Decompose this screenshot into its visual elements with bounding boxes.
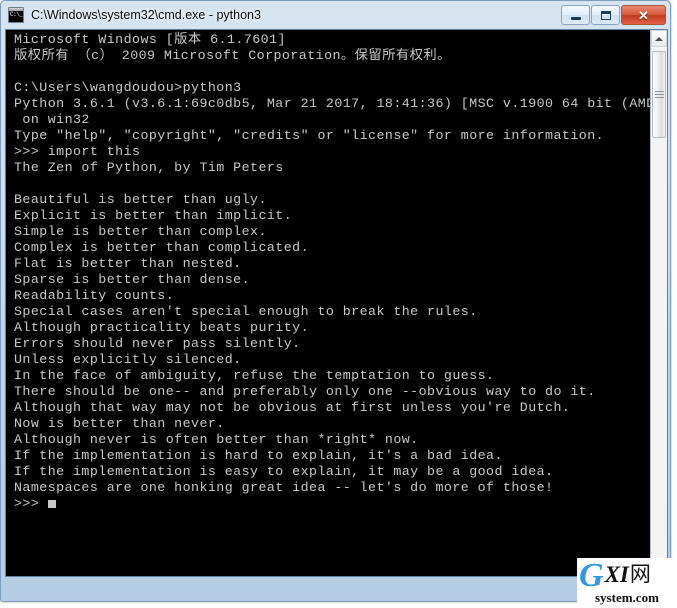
- console-line: Although practicality beats purity.: [14, 320, 310, 335]
- console-line: Explicit is better than implicit.: [14, 208, 293, 223]
- close-icon: ✕: [638, 7, 649, 23]
- scrollbar-grip-icon: [654, 89, 664, 100]
- window-title: C:\Windows\system32\cmd.exe - python3: [31, 8, 261, 22]
- console-line: Special cases aren't special enough to b…: [14, 304, 478, 319]
- console-line: Now is better than never.: [14, 416, 225, 431]
- minimize-button[interactable]: [561, 5, 590, 25]
- console-line: Namespaces are one honking great idea --…: [14, 480, 554, 495]
- console-line: Although never is often better than *rig…: [14, 432, 419, 447]
- console-line: Type "help", "copyright", "credits" or "…: [14, 128, 605, 143]
- watermark-logo-g: G: [579, 558, 604, 594]
- scroll-up-arrow-icon: [655, 36, 663, 41]
- console-line: Python 3.6.1 (v3.6.1:69c0db5, Mar 21 201…: [14, 96, 650, 111]
- cmd-console-icon: [8, 7, 24, 23]
- console-line: Microsoft Windows [版本 6.1.7601]: [14, 32, 286, 47]
- console-prompt: >>>: [14, 496, 48, 511]
- console-line: 版权所有 （c） 2009 Microsoft Corporation。保留所有…: [14, 48, 451, 63]
- console-line: If the implementation is hard to explain…: [14, 448, 503, 463]
- maximize-button[interactable]: [591, 5, 620, 25]
- scroll-up-button[interactable]: [651, 30, 667, 47]
- console-cursor: [47, 500, 56, 508]
- maximize-icon: [600, 10, 611, 20]
- console-prompt-line[interactable]: >>>: [14, 496, 650, 512]
- console-line: If the implementation is easy to explain…: [14, 464, 554, 479]
- console-line: In the face of ambiguity, refuse the tem…: [14, 368, 495, 383]
- console-line: C:\Users\wangdoudou>python3: [14, 80, 242, 95]
- vertical-scrollbar[interactable]: [650, 30, 667, 576]
- console-line: Although that way may not be obvious at …: [14, 400, 571, 415]
- console-client-area: Microsoft Windows [版本 6.1.7601] 版权所有 （c） …: [5, 29, 668, 577]
- console-line: The Zen of Python, by Tim Peters: [14, 160, 284, 175]
- scrollbar-track[interactable]: [651, 47, 667, 559]
- console-line: Sparse is better than dense.: [14, 272, 251, 287]
- console-line: Simple is better than complex.: [14, 224, 267, 239]
- minimize-icon: [570, 16, 581, 20]
- console-line: Readability counts.: [14, 288, 175, 303]
- caption-button-group: ✕: [561, 5, 666, 25]
- watermark-logo: G XI 网: [579, 558, 651, 594]
- console-line: Errors should never pass silently.: [14, 336, 301, 351]
- console-line: >>> import this: [14, 144, 141, 159]
- console-line: on win32: [14, 112, 90, 127]
- window-title-bar[interactable]: C:\Windows\system32\cmd.exe - python3 ✕: [1, 1, 670, 29]
- console-line: Unless explicitly silenced.: [14, 352, 242, 367]
- scrollbar-thumb[interactable]: [652, 51, 666, 138]
- console-line: Complex is better than complicated.: [14, 240, 310, 255]
- window-bottom-frame: [1, 577, 670, 601]
- cmd-window: C:\Windows\system32\cmd.exe - python3 ✕ …: [0, 0, 671, 602]
- console-line: Flat is better than nested.: [14, 256, 242, 271]
- watermark-subtitle: system.com: [595, 590, 659, 605]
- watermark: G XI 网 system.com: [577, 558, 677, 608]
- console-line: There should be one-- and preferably onl…: [14, 384, 596, 399]
- close-button[interactable]: ✕: [621, 5, 666, 25]
- watermark-logo-xi: XI: [604, 562, 629, 587]
- watermark-logo-cn: 网: [629, 563, 651, 586]
- console-output[interactable]: Microsoft Windows [版本 6.1.7601] 版权所有 （c） …: [6, 30, 650, 576]
- console-line: Beautiful is better than ugly.: [14, 192, 267, 207]
